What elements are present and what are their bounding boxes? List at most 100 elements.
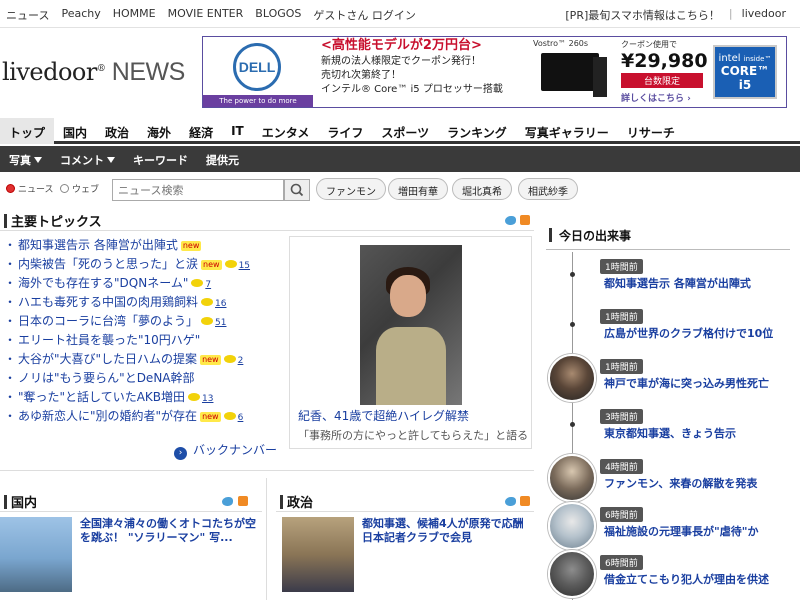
nav-photo-gallery[interactable]: 写真ギャラリー: [516, 118, 618, 144]
nav-life[interactable]: ライフ: [318, 118, 372, 144]
subnav-comment[interactable]: コメント: [51, 146, 124, 172]
subnav-provider[interactable]: 提供元: [197, 146, 248, 172]
nav-research[interactable]: リサーチ: [618, 118, 684, 144]
domestic-article-thumbnail[interactable]: [0, 517, 72, 592]
global-link-movie-enter[interactable]: MOVIE ENTER: [168, 7, 244, 23]
topic-item[interactable]: ・あゆ新恋人に"別の婚約者"が存在 new 6: [4, 407, 288, 426]
feature-box[interactable]: 紀香、41歳で超絶ハイレグ解禁 「事務所の方にやっと許してもらえた」と語る: [289, 236, 532, 449]
comment-count[interactable]: 13: [202, 394, 213, 404]
comment-count[interactable]: 15: [239, 261, 250, 271]
timeline-headline[interactable]: 借金立てこもり犯人が理由を供述: [604, 571, 769, 587]
divider: [0, 470, 534, 471]
rss-icon[interactable]: [238, 496, 248, 506]
topic-item[interactable]: ・内柴被告「死のうと思った」と涙 new 15: [4, 255, 288, 274]
feature-caption[interactable]: 紀香、41歳で超絶ハイレグ解禁: [298, 407, 469, 424]
politics-article-thumbnail[interactable]: [282, 517, 354, 592]
twitter-icon[interactable]: [505, 497, 516, 506]
twitter-icon[interactable]: [505, 216, 516, 225]
nav-ranking[interactable]: ランキング: [438, 118, 516, 144]
timeline-item[interactable]: 1時間前 都知事選告示 各陣営が出陣式: [548, 254, 792, 304]
topic-item[interactable]: ・海外でも存在する"DQNネーム" 7: [4, 274, 288, 293]
radio-web[interactable]: ウェブ: [60, 182, 99, 195]
search-icon: [290, 183, 304, 197]
timeline-headline[interactable]: 福祉施設の元理事長が"虐待"か: [604, 523, 758, 539]
ad-more-link[interactable]: 詳しくはこちら ›: [621, 91, 703, 104]
radio-news[interactable]: ニュース: [6, 182, 54, 195]
timeline-headline[interactable]: 都知事選告示 各陣営が出陣式: [604, 275, 751, 291]
keyword-chip-aibu[interactable]: 相武紗季: [518, 178, 578, 200]
timeline-item[interactable]: 4時間前 ファンモン、来春の解散を発表: [548, 454, 792, 504]
timeline-headline[interactable]: 広島が世界のクラブ格付けで10位: [604, 325, 773, 341]
primary-nav: トップ 国内 政治 海外 経済 IT エンタメ ライフ スポーツ ランキング 写…: [0, 118, 800, 144]
livedoor-link[interactable]: livedoor: [742, 7, 786, 23]
timeline-item[interactable]: 1時間前 広島が世界のクラブ格付けで10位: [548, 304, 792, 354]
nav-entertainment[interactable]: エンタメ: [253, 118, 319, 144]
timeline-item[interactable]: 6時間前 借金立てこもり犯人が理由を供述: [548, 550, 792, 600]
photo-face: [390, 275, 426, 317]
nav-top[interactable]: トップ: [0, 118, 55, 144]
timeline-item[interactable]: 3時間前 東京都知事選、きょう告示: [548, 404, 792, 454]
topic-item[interactable]: ・ "奪った"と話していたAKB増田 13: [4, 388, 288, 407]
nav-overseas[interactable]: 海外: [138, 118, 180, 144]
ad-model: Vostro™ 260s: [533, 39, 589, 48]
title-bar: [4, 495, 7, 509]
global-link-news[interactable]: ニュース: [6, 7, 49, 23]
section-title-politics[interactable]: 政治: [280, 492, 313, 511]
global-links: ニュース Peachy HOMME MOVIE ENTER BLOGOS ゲスト…: [6, 7, 428, 23]
nav-politics[interactable]: 政治: [96, 118, 138, 144]
subnav-keyword[interactable]: キーワード: [124, 146, 197, 172]
comment-count[interactable]: 7: [205, 280, 211, 290]
dropdown-arrow-icon: [107, 157, 115, 163]
comment-count[interactable]: 2: [238, 356, 244, 366]
twitter-icon[interactable]: [222, 497, 233, 506]
politics-article-link[interactable]: 都知事選、候補4人が原発で応酬 日本記者クラブで会見: [362, 517, 532, 545]
timeline-headline[interactable]: ファンモン、来春の解散を発表: [604, 475, 757, 491]
timeline-time: 4時間前: [600, 459, 643, 474]
subnav-photo[interactable]: 写真: [0, 146, 51, 172]
radio-selected-icon: [6, 184, 15, 193]
timeline-dot: [570, 422, 575, 427]
timeline-item[interactable]: 6時間前 福祉施設の元理事長が"虐待"か: [548, 502, 792, 552]
new-badge: new: [200, 412, 221, 422]
comment-count[interactable]: 16: [215, 299, 226, 309]
dell-logo-area: DELL The power to do more: [203, 37, 313, 107]
topic-item[interactable]: ・都知事選告示 各陣営が出陣式 new: [4, 236, 288, 255]
nav-domestic[interactable]: 国内: [54, 118, 96, 144]
timeline-headline[interactable]: 東京都知事選、きょう告示: [604, 425, 736, 441]
keyword-chip-masuda[interactable]: 増田有華: [388, 178, 448, 200]
nav-economy[interactable]: 経済: [180, 118, 222, 144]
banner-ad[interactable]: DELL The power to do more <高性能モデルが2万円台> …: [202, 36, 787, 108]
topic-item[interactable]: ・日本のコーラに台湾「夢のよう」 51: [4, 312, 288, 331]
global-link-blogos[interactable]: BLOGOS: [255, 7, 301, 23]
divider: [0, 511, 262, 512]
feature-photo[interactable]: [360, 245, 462, 405]
topic-item[interactable]: ・大谷が"大喜び"した日ハムの提案 new 2: [4, 350, 288, 369]
section-title-domestic[interactable]: 国内: [4, 492, 37, 511]
global-link-homme[interactable]: HOMME: [113, 7, 156, 23]
search-button[interactable]: [284, 179, 310, 201]
login-link[interactable]: ゲストさん ログイン: [313, 7, 416, 23]
timeline-item[interactable]: 1時間前 神戸で車が海に突っ込み男性死亡: [548, 354, 792, 404]
global-link-peachy[interactable]: Peachy: [61, 7, 100, 23]
topic-item[interactable]: ・ノリは"もう要らん"とDeNA幹部: [4, 369, 288, 388]
back-number-link[interactable]: › バックナンバー: [174, 441, 277, 460]
timeline-avatar: [548, 454, 596, 502]
topic-item[interactable]: ・ハエも毒死する中国の肉用鶏飼料 16: [4, 293, 288, 312]
timeline-headline[interactable]: 神戸で車が海に突っ込み男性死亡: [604, 375, 769, 391]
comment-count[interactable]: 6: [238, 413, 244, 423]
keyword-chip-horikita[interactable]: 堀北真希: [452, 178, 512, 200]
comment-count[interactable]: 51: [215, 318, 226, 328]
nav-it[interactable]: IT: [222, 118, 253, 144]
rss-icon[interactable]: [520, 496, 530, 506]
nav-sports[interactable]: スポーツ: [372, 118, 438, 144]
topic-item[interactable]: ・エリート社員を襲った"10円ハゲ": [4, 331, 288, 350]
keyword-chip-funmon[interactable]: ファンモン: [316, 178, 386, 200]
search-input[interactable]: [112, 179, 284, 201]
rss-icon[interactable]: [520, 215, 530, 225]
title-bar: [549, 228, 552, 242]
divider: [276, 511, 534, 512]
ad-coupon-label: クーポン使用で: [621, 40, 677, 49]
pr-smartphone-link[interactable]: [PR]最旬スマホ情報はこちら！: [565, 7, 720, 23]
domestic-article-link[interactable]: 全国津々浦々の働くオトコたちが空を跳ぶ！ "ソラリーマン" 写...: [80, 517, 260, 545]
site-logo[interactable]: livedoor® NEWS: [2, 58, 185, 87]
